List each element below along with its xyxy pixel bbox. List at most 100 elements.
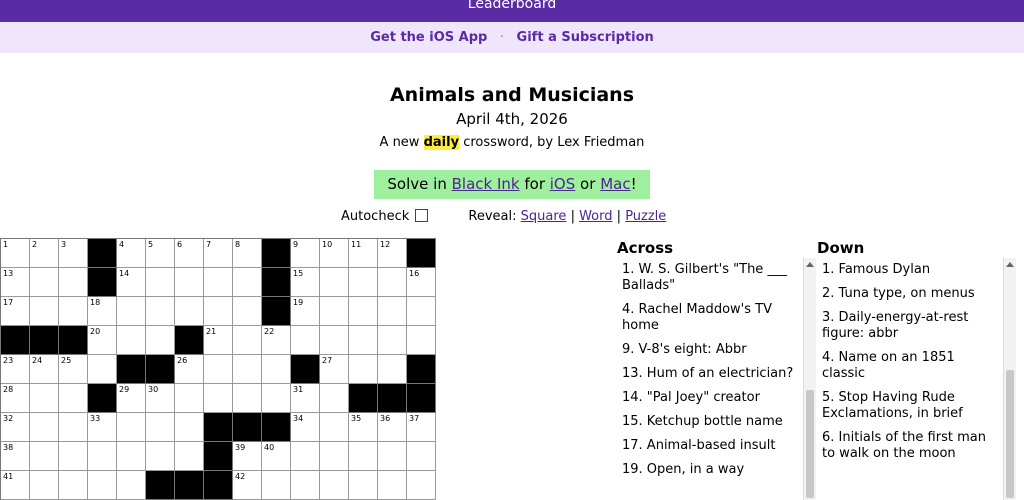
across-clue[interactable]: 17. Animal-based insult (616, 434, 802, 458)
grid-cell[interactable]: 28 (1, 384, 30, 413)
grid-cell[interactable]: 3 (59, 239, 88, 268)
down-clue[interactable]: 2. Tuna type, on menus (816, 282, 1002, 306)
across-clue[interactable]: 15. Ketchup bottle name (616, 410, 802, 434)
grid-cell[interactable]: 19 (291, 297, 320, 326)
grid-cell[interactable]: 31 (291, 384, 320, 413)
autocheck-checkbox[interactable] (415, 209, 429, 222)
down-clue[interactable]: 5. Stop Having Rude Exclamations, in bri… (816, 386, 1002, 426)
leaderboard-link[interactable]: Leaderboard (468, 0, 556, 12)
gift-subscription-link[interactable]: Gift a Subscription (517, 30, 654, 45)
grid-cell[interactable] (30, 471, 59, 500)
grid-cell[interactable] (320, 413, 349, 442)
grid-cell[interactable]: 8 (233, 239, 262, 268)
grid-cell[interactable]: 12 (378, 239, 407, 268)
grid-cell[interactable]: 18 (88, 297, 117, 326)
grid-cell[interactable]: 30 (146, 384, 175, 413)
grid-cell[interactable] (88, 471, 117, 500)
grid-cell[interactable] (320, 442, 349, 471)
grid-cell[interactable] (320, 297, 349, 326)
grid-cell[interactable] (320, 471, 349, 500)
grid-cell[interactable] (30, 442, 59, 471)
mac-link[interactable]: Mac (600, 175, 630, 193)
black-ink-link[interactable]: Black Ink (452, 175, 520, 193)
grid-cell[interactable] (117, 326, 146, 355)
grid-cell[interactable] (378, 471, 407, 500)
grid-cell[interactable]: 16 (407, 268, 436, 297)
grid-cell[interactable] (378, 326, 407, 355)
grid-cell[interactable] (146, 297, 175, 326)
across-clue[interactable]: 19. Open, in a way (616, 458, 802, 482)
grid-cell[interactable] (146, 326, 175, 355)
down-clue[interactable]: 4. Name on an 1851 classic (816, 346, 1002, 386)
grid-cell[interactable]: 2 (30, 239, 59, 268)
grid-cell[interactable]: 33 (88, 413, 117, 442)
grid-cell[interactable] (349, 297, 378, 326)
ios-link[interactable]: iOS (550, 175, 576, 193)
grid-cell[interactable] (117, 297, 146, 326)
grid-cell[interactable] (262, 384, 291, 413)
down-clue-list[interactable]: 1. Famous Dylan 2. Tuna type, on menus 3. … (816, 258, 1002, 500)
down-clue[interactable]: 6. Initials of the first man to walk on … (816, 426, 1002, 466)
grid-cell[interactable] (204, 355, 233, 384)
grid-cell[interactable] (349, 326, 378, 355)
grid-cell[interactable]: 5 (146, 239, 175, 268)
grid-cell[interactable] (117, 442, 146, 471)
grid-cell[interactable]: 10 (320, 239, 349, 268)
grid-cell[interactable]: 21 (204, 326, 233, 355)
grid-cell[interactable] (407, 471, 436, 500)
grid-cell[interactable]: 36 (378, 413, 407, 442)
grid-cell[interactable] (320, 384, 349, 413)
grid-cell[interactable] (146, 268, 175, 297)
grid-cell[interactable] (349, 355, 378, 384)
across-scrollbar[interactable] (803, 258, 816, 500)
grid-cell[interactable]: 41 (1, 471, 30, 500)
grid-cell[interactable]: 34 (291, 413, 320, 442)
across-clue[interactable]: 13. Hum of an electrician? (616, 362, 802, 386)
grid-cell[interactable] (175, 297, 204, 326)
grid-cell[interactable] (320, 326, 349, 355)
grid-cell[interactable] (349, 268, 378, 297)
across-clue[interactable]: 1. W. S. Gilbert's "The ___ Ballads" (616, 258, 802, 298)
grid-cell[interactable] (59, 297, 88, 326)
grid-cell[interactable]: 40 (262, 442, 291, 471)
grid-cell[interactable]: 32 (1, 413, 30, 442)
grid-cell[interactable] (349, 471, 378, 500)
grid-cell[interactable] (175, 413, 204, 442)
grid-cell[interactable] (291, 471, 320, 500)
grid-cell[interactable] (175, 442, 204, 471)
scroll-thumb[interactable] (1006, 370, 1014, 498)
grid-cell[interactable] (204, 297, 233, 326)
grid-cell[interactable] (320, 268, 349, 297)
down-scrollbar[interactable] (1003, 258, 1016, 500)
grid-cell[interactable]: 14 (117, 268, 146, 297)
grid-cell[interactable] (378, 268, 407, 297)
grid-cell[interactable] (88, 442, 117, 471)
grid-cell[interactable] (30, 384, 59, 413)
grid-cell[interactable]: 7 (204, 239, 233, 268)
grid-cell[interactable] (407, 297, 436, 326)
grid-cell[interactable]: 9 (291, 239, 320, 268)
grid-cell[interactable] (59, 442, 88, 471)
grid-cell[interactable] (146, 442, 175, 471)
reveal-word-link[interactable]: Word (579, 209, 612, 224)
grid-cell[interactable]: 24 (30, 355, 59, 384)
grid-cell[interactable]: 11 (349, 239, 378, 268)
grid-cell[interactable]: 27 (320, 355, 349, 384)
grid-cell[interactable]: 20 (88, 326, 117, 355)
grid-cell[interactable]: 29 (117, 384, 146, 413)
grid-cell[interactable] (262, 355, 291, 384)
grid-cell[interactable] (175, 268, 204, 297)
grid-cell[interactable] (407, 442, 436, 471)
reveal-puzzle-link[interactable]: Puzzle (625, 209, 666, 224)
grid-cell[interactable] (233, 326, 262, 355)
grid-cell[interactable] (233, 268, 262, 297)
grid-cell[interactable] (378, 442, 407, 471)
grid-cell[interactable]: 22 (262, 326, 291, 355)
grid-cell[interactable]: 26 (175, 355, 204, 384)
across-clue[interactable]: 4. Rachel Maddow's TV home (616, 298, 802, 338)
grid-cell[interactable] (88, 355, 117, 384)
grid-cell[interactable] (204, 384, 233, 413)
across-clue-list[interactable]: 1. W. S. Gilbert's "The ___ Ballads" 4. R… (616, 258, 802, 500)
grid-cell[interactable]: 35 (349, 413, 378, 442)
grid-cell[interactable] (117, 413, 146, 442)
